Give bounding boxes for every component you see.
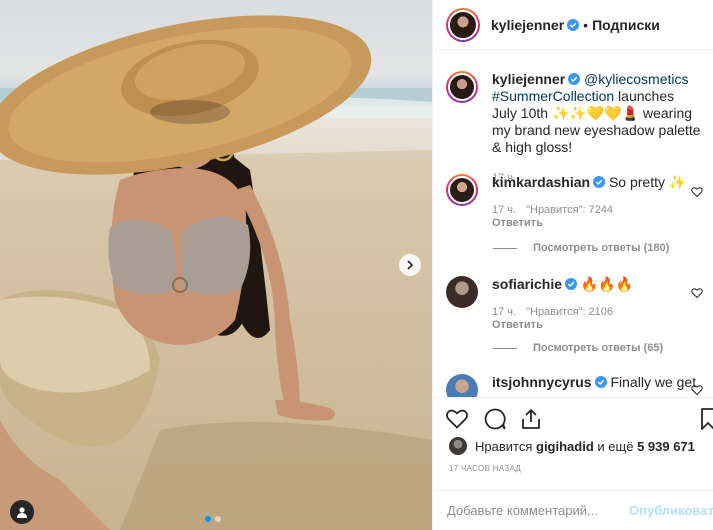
- caption: kyliejenner @kyliecosmetics #SummerColle…: [446, 71, 702, 187]
- beach-photo-illustration: [0, 15, 432, 530]
- next-photo-button[interactable]: [399, 254, 421, 276]
- comment-text: So pretty ✨: [608, 174, 687, 190]
- comment-text: Finally we get: [610, 374, 697, 390]
- likes-connector: и ещё: [597, 438, 634, 454]
- liker-username[interactable]: gigihadid: [536, 439, 594, 454]
- verified-icon: [565, 278, 578, 290]
- comment-body: itsjohnnycyrus Finally we get: [492, 374, 702, 397]
- comments-list[interactable]: kyliejenner @kyliecosmetics #SummerColle…: [433, 51, 713, 397]
- comment-body: kimkardashian So pretty ✨ 17 ч. "Нравится…: [492, 174, 702, 230]
- post-photo[interactable]: [0, 0, 432, 530]
- reply-button[interactable]: Ответить: [492, 217, 692, 230]
- liker-avatar[interactable]: [449, 437, 467, 455]
- share-icon[interactable]: [519, 407, 543, 431]
- view-replies-button[interactable]: Посмотреть ответы (180): [493, 242, 669, 254]
- comment-meta: 17 ч. "Нравится": 7244 Ответить: [492, 204, 702, 230]
- hashtag-link[interactable]: #SummerCollection: [492, 88, 614, 104]
- comment-likes[interactable]: "Нравится": 2106: [526, 306, 613, 318]
- likes-summary[interactable]: Нравится gigihadid и ещё 5 939 671: [449, 437, 695, 455]
- comment-avatar[interactable]: [446, 276, 478, 308]
- replies-divider: [493, 347, 517, 349]
- following-button[interactable]: Подписки: [592, 17, 660, 33]
- header-separator: •: [583, 16, 589, 33]
- comment-text: 🔥🔥🔥: [580, 276, 634, 292]
- view-replies-label: Посмотреть ответы (65): [533, 342, 664, 354]
- heart-icon[interactable]: [691, 384, 703, 396]
- comment-username[interactable]: kimkardashian: [492, 174, 590, 190]
- comment-body: sofiarichie 🔥🔥🔥 17 ч. "Нравится": 2106 От…: [492, 276, 702, 332]
- carousel-dot-active: [205, 516, 211, 522]
- carousel-dot: [215, 516, 221, 522]
- comment-form: Опубликовать: [433, 490, 713, 530]
- comment-username[interactable]: sofiarichie: [492, 276, 562, 292]
- replies-divider: [493, 247, 517, 249]
- view-replies-label: Посмотреть ответы (180): [533, 242, 670, 254]
- caption-avatar[interactable]: [446, 71, 478, 103]
- reply-button[interactable]: Ответить: [492, 319, 692, 332]
- comment-time[interactable]: 17 ч.: [492, 306, 516, 318]
- view-replies-button[interactable]: Посмотреть ответы (65): [493, 342, 663, 354]
- likes-count[interactable]: 5 939 671: [637, 439, 695, 454]
- comment-avatar[interactable]: [446, 174, 478, 206]
- comment-username[interactable]: itsjohnnycyrus: [492, 374, 592, 390]
- heart-icon[interactable]: [691, 287, 703, 299]
- comment-avatar[interactable]: [446, 374, 478, 397]
- comment-item: itsjohnnycyrus Finally we get: [446, 374, 702, 397]
- instagram-post: kyliejenner • Подписки kyliejenner @kyli…: [0, 0, 713, 530]
- author-avatar[interactable]: [446, 7, 480, 42]
- verified-icon: [593, 176, 606, 188]
- heart-icon[interactable]: [445, 407, 469, 431]
- heart-icon[interactable]: [691, 186, 703, 198]
- post-side-panel: kyliejenner • Подписки kyliejenner @kyli…: [432, 0, 713, 530]
- mention-link[interactable]: @kyliecosmetics: [584, 71, 688, 87]
- carousel-indicator: [205, 516, 221, 522]
- comment-input[interactable]: [447, 503, 623, 518]
- user-tag-button[interactable]: [10, 500, 34, 524]
- comment-item: sofiarichie 🔥🔥🔥 17 ч. "Нравится": 2106 От…: [446, 276, 702, 332]
- post-timestamp[interactable]: 17 ЧАСОВ НАЗАД: [449, 464, 521, 473]
- caption-username[interactable]: kyliejenner: [492, 71, 565, 87]
- comment-icon[interactable]: [483, 407, 507, 431]
- caption-body: kyliejenner @kyliecosmetics #SummerColle…: [492, 71, 702, 187]
- post-header: kyliejenner • Подписки: [433, 0, 713, 50]
- publish-button[interactable]: Опубликовать: [629, 503, 713, 518]
- bookmark-icon[interactable]: [701, 407, 713, 431]
- next-arrow-icon: [407, 260, 414, 270]
- verified-icon: [568, 73, 581, 85]
- verified-icon: [594, 376, 607, 388]
- author-username[interactable]: kyliejenner: [491, 17, 564, 33]
- action-bar: [433, 397, 713, 435]
- comment-meta: 17 ч. "Нравится": 2106 Ответить: [492, 306, 702, 332]
- comment-item: kimkardashian So pretty ✨ 17 ч. "Нравится…: [446, 174, 702, 230]
- comment-likes[interactable]: "Нравится": 7244: [526, 204, 613, 216]
- likes-prefix: Нравится: [475, 438, 533, 454]
- user-tag-icon: [17, 507, 27, 518]
- verified-icon: [567, 18, 580, 31]
- comment-time[interactable]: 17 ч.: [492, 204, 516, 216]
- caption-emoji: ✨✨💛💛💄: [551, 105, 640, 121]
